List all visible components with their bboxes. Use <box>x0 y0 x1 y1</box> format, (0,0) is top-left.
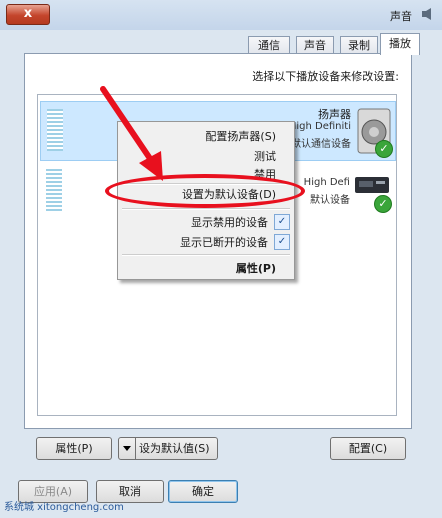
menu-divider <box>122 254 290 256</box>
configure-button[interactable]: 配置(C) <box>330 437 406 460</box>
dropdown-arrow-icon[interactable] <box>119 438 136 459</box>
close-button[interactable]: x <box>6 4 50 25</box>
title-bar <box>0 0 442 30</box>
menu-item-properties[interactable]: 属性(P) <box>236 260 276 276</box>
set-default-button[interactable]: 设为默认值(S) <box>118 437 218 460</box>
menu-item-show-disconnected[interactable]: 显示已断开的设备 <box>180 234 268 250</box>
device-driver: High Defi <box>303 177 350 188</box>
device-driver: High Definiti <box>288 121 351 132</box>
tab-recording[interactable]: 录制 <box>340 36 378 54</box>
default-check-icon: ✓ <box>374 195 392 213</box>
speaker-title-icon <box>422 8 431 20</box>
level-meter <box>47 109 63 151</box>
menu-divider <box>122 208 290 210</box>
tab-playback[interactable]: 播放 <box>380 33 420 55</box>
menu-item-configure-speakers[interactable]: 配置扬声器(S) <box>205 128 276 144</box>
tab-sounds[interactable]: 声音 <box>296 36 334 54</box>
ok-button[interactable]: 确定 <box>168 480 238 503</box>
watermark: 系统城 xitongcheng.com <box>4 502 124 513</box>
arrow-annotation <box>100 86 163 181</box>
level-meter <box>46 169 62 211</box>
device-name: 扬声器 <box>318 108 351 121</box>
properties-button[interactable]: 属性(P) <box>36 437 112 460</box>
device-status: 默认设备 <box>310 195 350 206</box>
set-default-label: 设为默认值(S) <box>139 442 210 455</box>
check-icon: ✓ <box>274 234 290 250</box>
window-title: 声音 <box>390 10 412 23</box>
default-check-icon: ✓ <box>375 140 393 158</box>
device-status: 默认通信设备 <box>291 139 351 150</box>
menu-item-show-disabled[interactable]: 显示禁用的设备 <box>191 214 268 230</box>
check-icon: ✓ <box>274 214 290 230</box>
instruction-text: 选择以下播放设备来修改设置: <box>252 70 399 83</box>
menu-item-test[interactable]: 测试 <box>254 148 276 164</box>
tab-communications[interactable]: 通信 <box>248 36 290 54</box>
